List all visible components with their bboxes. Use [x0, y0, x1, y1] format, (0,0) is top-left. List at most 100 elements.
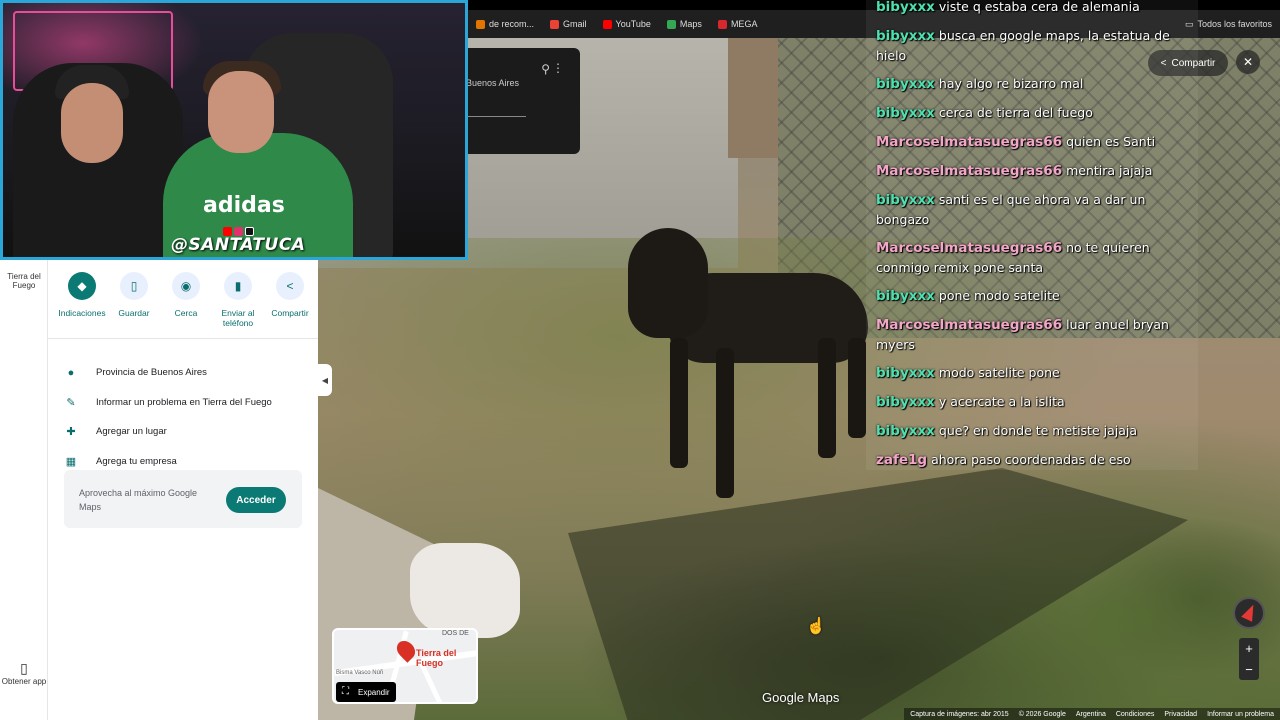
- bookmark-label: MEGA: [730, 19, 758, 29]
- chat-message: Marcoselmatasuegras66 no te quieren conmi…: [876, 238, 1188, 277]
- zoom-out-button[interactable]: −: [1245, 662, 1253, 677]
- expand-icon: ⛶: [342, 686, 349, 697]
- chat-text: mentira jajaja: [1066, 163, 1153, 178]
- chat-user: Marcoselmatasuegras66: [876, 163, 1063, 179]
- white-rock: [410, 543, 520, 638]
- place-panel: ◆ Indicaciones ▯ Guardar ◉ Cerca ▮ Envia…: [48, 258, 318, 720]
- location-pin-icon: ●: [67, 366, 75, 379]
- chat-message: bibyxxx que? en donde te metiste jajaja: [876, 421, 1188, 441]
- chat-message: bibyxxx modo satelite pone: [876, 363, 1188, 383]
- chat-text: cerca de tierra del fuego: [938, 105, 1093, 120]
- share-button[interactable]: < Compartir: [266, 272, 314, 328]
- location-pin-icon[interactable]: ⚲: [541, 62, 550, 76]
- minimap[interactable]: DOS DE Tierra del Fuego Bisma Vasco Núñ …: [332, 628, 478, 704]
- gmail-icon: [550, 19, 560, 29]
- chat-message: Marcoselmatasuegras66 luar anuel bryan my…: [876, 315, 1188, 354]
- dog-head: [628, 228, 708, 338]
- bookmark-label: YouTube: [615, 19, 651, 29]
- maps-icon: [666, 19, 676, 29]
- bookmark-maps[interactable]: Maps: [666, 19, 702, 29]
- info-label: Agregar un lugar: [96, 426, 167, 438]
- add-business-icon: ▦: [65, 455, 77, 468]
- bookmark-youtube[interactable]: YouTube: [602, 19, 651, 29]
- chat-user: bibyxxx: [876, 105, 935, 121]
- dog-leg: [848, 338, 866, 438]
- chat-message: Marcoselmatasuegras66 quien es Santi: [876, 132, 1188, 152]
- expand-button[interactable]: ⛶ Expandir: [336, 682, 396, 702]
- close-icon[interactable]: ✕: [1236, 50, 1260, 74]
- footer-report[interactable]: Informar un problema: [1207, 711, 1274, 718]
- directions-button[interactable]: ◆ Indicaciones: [58, 272, 106, 328]
- rail-place-label: Tierra del Fuego: [7, 272, 41, 290]
- info-province[interactable]: ● Provincia de Buenos Aires: [64, 358, 272, 388]
- info-label: Informar un problema en Tierra del Fuego: [96, 396, 272, 408]
- zoom-control: + −: [1239, 638, 1259, 680]
- chat-text: hay algo re bizarro mal: [938, 76, 1084, 91]
- face: [208, 71, 274, 153]
- bookmark-recom[interactable]: de recom...: [476, 19, 534, 29]
- bookmark-gmail[interactable]: Gmail: [550, 19, 587, 29]
- expand-label: Expandir: [358, 687, 390, 697]
- compass-icon[interactable]: [1233, 597, 1265, 629]
- dog-leg: [716, 348, 734, 498]
- chevron-left-icon: ◀: [321, 375, 329, 385]
- dog-leg: [670, 338, 688, 468]
- directions-icon: ◆: [68, 272, 96, 300]
- chat-text: modo satelite pone: [938, 365, 1060, 380]
- left-rail: Tierra del Fuego: [0, 258, 48, 720]
- save-button[interactable]: ▯ Guardar: [110, 272, 158, 328]
- signin-button[interactable]: Acceder: [226, 487, 286, 513]
- chat-user: bibyxxx: [876, 423, 935, 439]
- minimap-label: Tierra del Fuego: [416, 648, 457, 668]
- chat-user: bibyxxx: [876, 365, 935, 381]
- signin-promo: Aprovecha al máximo Google Maps Acceder: [64, 470, 302, 528]
- post: [728, 38, 778, 158]
- search-place-text[interactable]: Buenos Aires: [466, 78, 519, 88]
- nearby-button[interactable]: ◉ Cerca: [162, 272, 210, 328]
- info-report-problem[interactable]: ✎ Informar un problema en Tierra del Fue…: [64, 388, 272, 418]
- bookmark-label: de recom...: [489, 19, 535, 29]
- chat-text: y acercate a la islita: [938, 394, 1065, 409]
- share-icon: <: [276, 272, 304, 300]
- collapse-panel-button[interactable]: ◀: [318, 364, 332, 396]
- more-options-icon[interactable]: ⋮: [552, 61, 564, 75]
- divider: [48, 338, 318, 339]
- all-favorites[interactable]: ▭ Todos los favoritos: [1185, 19, 1280, 30]
- chat-user: zafe1g: [876, 452, 928, 468]
- action-label: Guardar: [118, 308, 150, 318]
- zoom-in-button[interactable]: +: [1245, 641, 1253, 656]
- divider: [466, 116, 526, 117]
- chat-message: bibyxxx viste q estaba cera de alemania: [876, 0, 1188, 17]
- phone-icon: ▮: [224, 272, 252, 300]
- action-label: Compartir: [271, 308, 309, 318]
- bookmark-icon: ▯: [120, 272, 148, 300]
- search-panel: Buenos Aires ⚲ ⋮: [466, 48, 580, 154]
- get-app-button[interactable]: ▯ Obtener app: [0, 660, 48, 686]
- info-label: Provincia de Buenos Aires: [96, 367, 207, 379]
- info-list: ● Provincia de Buenos Aires ✎ Informar u…: [64, 358, 272, 476]
- footer-country[interactable]: Argentina: [1076, 711, 1106, 718]
- action-label: Enviar al teléfono: [221, 308, 255, 328]
- all-favorites-label: Todos los favoritos: [1197, 19, 1272, 29]
- footer-copyright: © 2026 Google: [1018, 710, 1066, 718]
- hand-cursor-icon: ☝: [806, 618, 826, 635]
- nearby-icon: ◉: [172, 272, 200, 300]
- shirt-logo: adidas: [203, 193, 285, 218]
- chat-user: bibyxxx: [876, 192, 935, 208]
- footer-terms[interactable]: Condiciones: [1116, 711, 1155, 718]
- bookmark-mega[interactable]: MEGA: [717, 19, 758, 29]
- chat-user: bibyxxx: [876, 0, 935, 15]
- action-label: Cerca: [174, 308, 198, 318]
- info-add-place[interactable]: ✚ Agregar un lugar: [64, 417, 272, 447]
- minimap-streets: Bisma Vasco Núñ: [336, 670, 384, 676]
- chat-message: bibyxxx y acercate a la islita: [876, 392, 1188, 412]
- send-to-phone-button[interactable]: ▮ Enviar al teléfono: [214, 272, 262, 328]
- chat-text: pone modo satelite: [938, 288, 1060, 303]
- footer-privacy[interactable]: Privacidad: [1164, 711, 1197, 718]
- chat-message: bibyxxx pone modo satelite: [876, 286, 1188, 306]
- rail-place-item[interactable]: Tierra del Fuego: [0, 272, 48, 290]
- webcam-overlay: adidas @SANTATUCA: [0, 0, 468, 260]
- chat-user: Marcoselmatasuegras66: [876, 240, 1063, 256]
- chat-overlay: bibyxxx viste q estaba cera de alemania b…: [866, 0, 1198, 470]
- chat-message: bibyxxx hay algo re bizarro mal: [876, 74, 1188, 94]
